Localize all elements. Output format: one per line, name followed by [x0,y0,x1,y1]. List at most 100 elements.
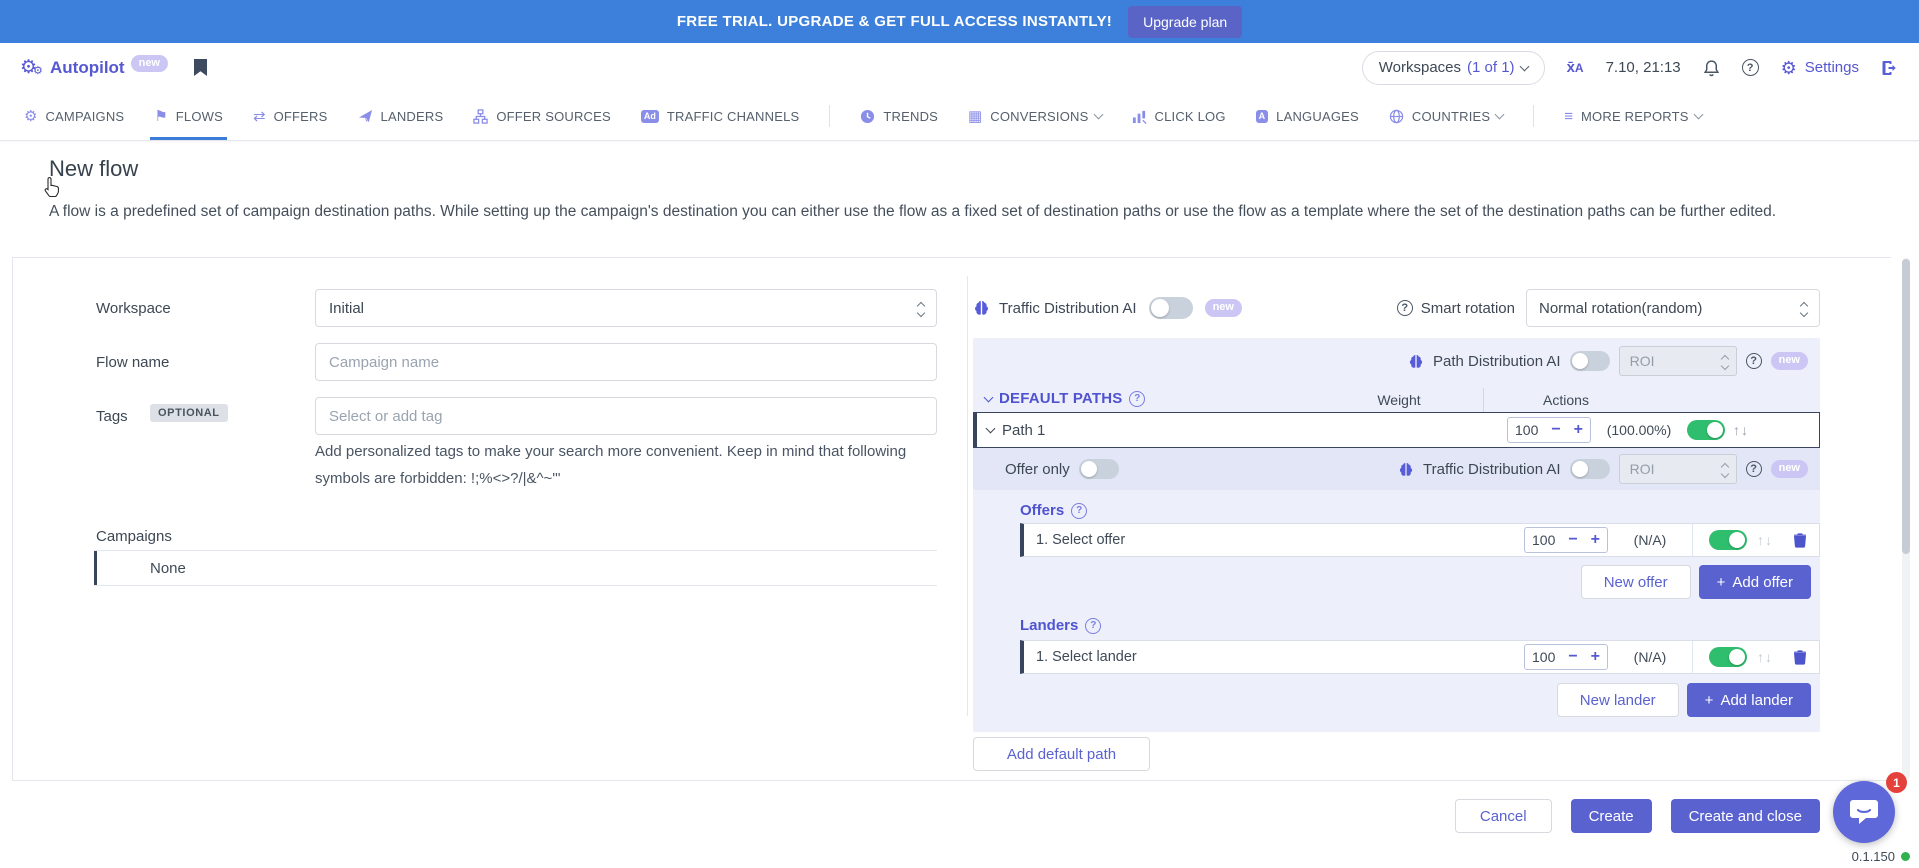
settings-link[interactable]: Settings [1805,59,1859,76]
select-stepper-icon [918,300,924,316]
traffic-distribution-label: Traffic Distribution AI [999,300,1137,317]
traffic-distribution-row: Traffic Distribution AI new ? Smart rota… [973,288,1820,328]
campaigns-list: None [94,550,937,586]
offer-weight-stepper[interactable]: 100 − + [1524,527,1608,553]
flow-name-label: Flow name [96,354,169,371]
lander-row[interactable]: 1. Select lander 100 − + (N/A) ↑↓ [1020,640,1820,674]
minus-icon[interactable]: − [1568,649,1577,665]
offer-enabled-toggle[interactable] [1709,530,1747,550]
new-badge: new [1205,299,1242,316]
roi-select[interactable]: ROI [1619,346,1737,376]
smart-rotation-select[interactable]: Normal rotation(random) [1526,289,1820,327]
main-nav: ⚙ CAMPAIGNS ⚑ FLOWS ⇄ OFFERS LANDERS OFF… [0,92,1919,141]
tab-more-reports[interactable]: ≡ MORE REPORTS [1564,92,1701,140]
lander-enabled-toggle[interactable] [1709,647,1747,667]
plus-icon[interactable]: + [1591,649,1600,665]
traffic-distribution-help-icon[interactable]: ? [1746,461,1762,477]
autopilot-gears-icon: ⚙⚙ [20,58,48,77]
new-lander-button[interactable]: New lander [1557,683,1679,717]
new-offer-button[interactable]: New offer [1581,565,1691,599]
workspace-select[interactable]: Initial [315,289,937,327]
tab-landers[interactable]: LANDERS [358,92,444,140]
cancel-button[interactable]: Cancel [1455,799,1552,833]
workspaces-selector[interactable]: Workspaces (1 of 1) [1362,51,1545,85]
scrollbar-thumb[interactable] [1902,259,1910,554]
reorder-arrows[interactable]: ↑↓ [1733,422,1749,438]
path-percent: (100.00%) [1591,422,1687,438]
path-weight-stepper[interactable]: 100 − + [1507,417,1591,443]
path-row[interactable]: Path 1 100 − + (100.00%) ↑↓ [973,412,1820,448]
landers-help-icon[interactable]: ? [1085,618,1101,634]
traffic-distribution-label: Traffic Distribution AI [1423,461,1561,478]
tags-help-text: Add personalized tags to make your searc… [315,438,963,492]
mouse-cursor-icon [44,176,61,202]
create-button[interactable]: Create [1571,799,1652,833]
offers-help-icon[interactable]: ? [1071,503,1087,519]
translate-icon[interactable]: x̄A [1567,59,1584,76]
smart-rotation-help-icon[interactable]: ? [1397,300,1413,316]
offer-row[interactable]: 1. Select offer 100 − + (N/A) ↑↓ [1020,523,1820,557]
roi-select[interactable]: ROI [1619,454,1737,484]
tab-offer-sources[interactable]: OFFER SOURCES [473,92,611,140]
tab-countries[interactable]: COUNTRIES [1389,92,1503,140]
bookmark-icon[interactable] [194,59,207,76]
brand-title[interactable]: Autopilot [50,58,125,78]
nav-divider [1533,105,1534,127]
upgrade-plan-button[interactable]: Upgrade plan [1128,6,1242,38]
offers-shuffle-icon: ⇄ [253,109,266,124]
languages-icon: A [1256,110,1269,123]
page-description: A flow is a predefined set of campaign d… [49,199,1861,225]
logout-icon[interactable] [1881,60,1899,76]
tab-flows[interactable]: ⚑ FLOWS [154,92,223,140]
create-and-close-button[interactable]: Create and close [1671,799,1820,833]
path-enabled-toggle[interactable] [1687,420,1725,440]
tab-traffic-channels[interactable]: Ad TRAFFIC CHANNELS [641,92,800,140]
settings-gear-icon[interactable]: ⚙ [1781,59,1797,77]
offer-only-toggle[interactable] [1079,459,1119,479]
landers-section-header: Landers ? [1020,617,1101,634]
app-root: FREE TRIAL. UPGRADE & GET FULL ACCESS IN… [0,0,1919,868]
tags-label: Tags [96,408,128,425]
path-distribution-toggle[interactable] [1570,351,1610,371]
campaigns-label: Campaigns [96,528,172,545]
tab-languages[interactable]: A LANGUAGES [1256,92,1359,140]
tab-click-log[interactable]: CLICK LOG [1132,92,1226,140]
footer-top-border [12,780,1891,781]
tags-input[interactable] [315,397,937,435]
new-badge: new [1771,460,1808,477]
add-lander-button[interactable]: +Add lander [1687,683,1811,717]
add-default-path-button[interactable]: Add default path [973,737,1150,771]
flow-name-input[interactable] [315,343,937,381]
workspaces-label: Workspaces [1379,59,1461,76]
ai-brain-icon [1398,462,1414,477]
plus-icon[interactable]: + [1574,422,1583,438]
countries-globe-icon [1389,109,1404,124]
add-offer-button[interactable]: +Add offer [1699,565,1811,599]
delete-offer-trash-icon[interactable] [1793,532,1807,548]
chat-bubble-icon [1849,798,1879,826]
reorder-arrows[interactable]: ↑↓ [1757,532,1773,548]
help-icon[interactable]: ? [1742,59,1759,76]
path-traffic-distribution-toggle[interactable] [1570,459,1610,479]
delete-lander-trash-icon[interactable] [1793,649,1807,665]
notifications-bell-icon[interactable] [1703,59,1720,77]
chevron-down-icon [986,424,996,434]
minus-icon[interactable]: − [1551,422,1560,438]
default-paths-title[interactable]: DEFAULT PATHS ? [985,390,1145,407]
path-distribution-help-icon[interactable]: ? [1746,353,1762,369]
chat-widget-button[interactable] [1833,781,1895,843]
minus-icon[interactable]: − [1568,532,1577,548]
new-badge: new [1771,352,1808,369]
chevron-down-icon [1693,110,1703,120]
tab-trends[interactable]: TRENDS [860,92,938,140]
select-stepper-icon [1801,300,1807,316]
traffic-distribution-toggle[interactable] [1149,297,1193,319]
tab-offers[interactable]: ⇄ OFFERS [253,92,328,140]
plus-icon[interactable]: + [1591,532,1600,548]
lander-weight-stepper[interactable]: 100 − + [1524,644,1608,670]
tab-campaigns[interactable]: ⚙ CAMPAIGNS [24,92,124,140]
default-paths-help-icon[interactable]: ? [1129,391,1145,407]
reorder-arrows[interactable]: ↑↓ [1757,649,1773,665]
weight-column-header: Weight [1329,392,1469,408]
tab-conversions[interactable]: ▦ CONVERSIONS [968,92,1101,140]
